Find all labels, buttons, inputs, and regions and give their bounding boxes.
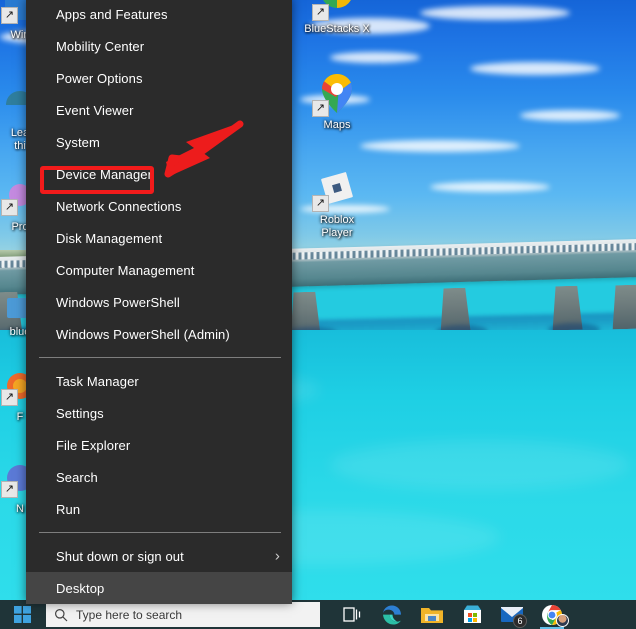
menu-item-label: Power Options [56, 70, 143, 86]
menu-item-label: Run [56, 501, 81, 517]
taskbar-button-task-view[interactable] [332, 600, 372, 629]
menu-item-power-options[interactable]: Power Options [26, 62, 292, 94]
menu-item-shut-down-or-sign-out[interactable]: Shut down or sign out › [26, 540, 292, 572]
menu-item-label: Search [56, 469, 98, 485]
menu-item-label: Shut down or sign out [56, 548, 184, 564]
menu-item-label: Event Viewer [56, 102, 134, 118]
desktop-icon-bluestacks[interactable]: ↗ BlueStacks X [295, 0, 379, 36]
menu-item-desktop[interactable]: Desktop [26, 572, 292, 604]
search-placeholder: Type here to search [76, 607, 183, 622]
shortcut-arrow-icon: ↗ [1, 389, 18, 406]
annotation-highlight-box [40, 166, 154, 194]
taskbar-button-microsoft-edge[interactable] [372, 600, 412, 629]
desktop-icon-label-line2: Player [321, 227, 353, 239]
menu-item-task-manager[interactable]: Task Manager [26, 365, 292, 397]
taskbar-button-microsoft-store[interactable] [452, 600, 492, 629]
shortcut-arrow-icon: ↗ [312, 100, 329, 117]
bluestacks-icon: ↗ [312, 0, 360, 21]
taskbar[interactable]: Type here to search 6 [0, 600, 636, 629]
menu-item-label: File Explorer [56, 437, 131, 453]
menu-item-windows-powershell[interactable]: Windows PowerShell [26, 286, 292, 318]
menu-item-label: Task Manager [56, 373, 139, 389]
menu-item-label: Mobility Center [56, 38, 145, 54]
desktop-icon-label: BlueStacks X [304, 23, 370, 35]
menu-item-apps-and-features[interactable]: Apps and Features [26, 0, 292, 30]
task-view-icon [343, 607, 361, 622]
menu-item-label: Windows PowerShell [56, 294, 180, 310]
windows-logo-icon [13, 606, 31, 623]
taskbar-buttons: 6 [332, 600, 572, 629]
google-maps-pin-icon: ↗ [312, 70, 360, 117]
desktop-icon-roblox-player[interactable]: ↗ Roblox Player [295, 165, 379, 240]
taskbar-button-google-chrome[interactable] [532, 600, 572, 629]
shortcut-arrow-icon: ↗ [312, 195, 329, 212]
winx-context-menu[interactable]: Apps and Features Mobility Center Power … [26, 0, 292, 604]
menu-item-search[interactable]: Search [26, 461, 292, 493]
menu-item-label: System [56, 134, 100, 150]
user-avatar [556, 614, 569, 627]
shortcut-arrow-icon: ↗ [312, 4, 329, 21]
folder-icon [421, 607, 443, 623]
menu-item-label: Disk Management [56, 230, 163, 246]
menu-item-mobility-center[interactable]: Mobility Center [26, 30, 292, 62]
edge-icon [383, 605, 401, 624]
menu-item-run[interactable]: Run [26, 493, 292, 525]
menu-item-label: Settings [56, 405, 104, 421]
desktop-icon-label-line1: Roblox [319, 214, 355, 226]
mail-unread-badge: 6 [513, 614, 527, 628]
menu-item-label: Network Connections [56, 198, 182, 214]
menu-item-label: Apps and Features [56, 6, 168, 22]
chevron-right-icon: › [274, 547, 280, 565]
shortcut-arrow-icon: ↗ [1, 7, 18, 24]
taskbar-button-mail[interactable]: 6 [492, 600, 532, 629]
menu-item-file-explorer[interactable]: File Explorer [26, 429, 292, 461]
menu-item-windows-powershell-admin[interactable]: Windows PowerShell (Admin) [26, 318, 292, 350]
menu-item-label: Windows PowerShell (Admin) [56, 326, 230, 342]
menu-item-label: Computer Management [56, 262, 195, 278]
search-input[interactable]: Type here to search [46, 602, 320, 627]
menu-item-computer-management[interactable]: Computer Management [26, 254, 292, 286]
menu-separator [39, 357, 281, 358]
menu-item-label: Desktop [56, 580, 105, 596]
store-icon [463, 605, 481, 623]
menu-item-settings[interactable]: Settings [26, 397, 292, 429]
shortcut-arrow-icon: ↗ [1, 481, 18, 498]
desktop-icon-maps[interactable]: ↗ Maps [295, 70, 379, 132]
search-icon [46, 608, 76, 622]
menu-item-event-viewer[interactable]: Event Viewer [26, 94, 292, 126]
taskbar-button-file-explorer[interactable] [412, 600, 452, 629]
desktop-screen: ↗ BlueStacks X ↗ Maps ↗ Roblox Player ↗ … [0, 0, 636, 629]
menu-separator [39, 532, 281, 533]
start-button[interactable] [0, 600, 44, 629]
bridge-pier [611, 285, 636, 330]
menu-item-system[interactable]: System [26, 126, 292, 158]
menu-item-disk-management[interactable]: Disk Management [26, 222, 292, 254]
roblox-icon: ↗ [312, 165, 360, 212]
desktop-icon-label: Maps [323, 119, 351, 131]
menu-item-network-connections[interactable]: Network Connections [26, 190, 292, 222]
shortcut-arrow-icon: ↗ [1, 199, 18, 216]
